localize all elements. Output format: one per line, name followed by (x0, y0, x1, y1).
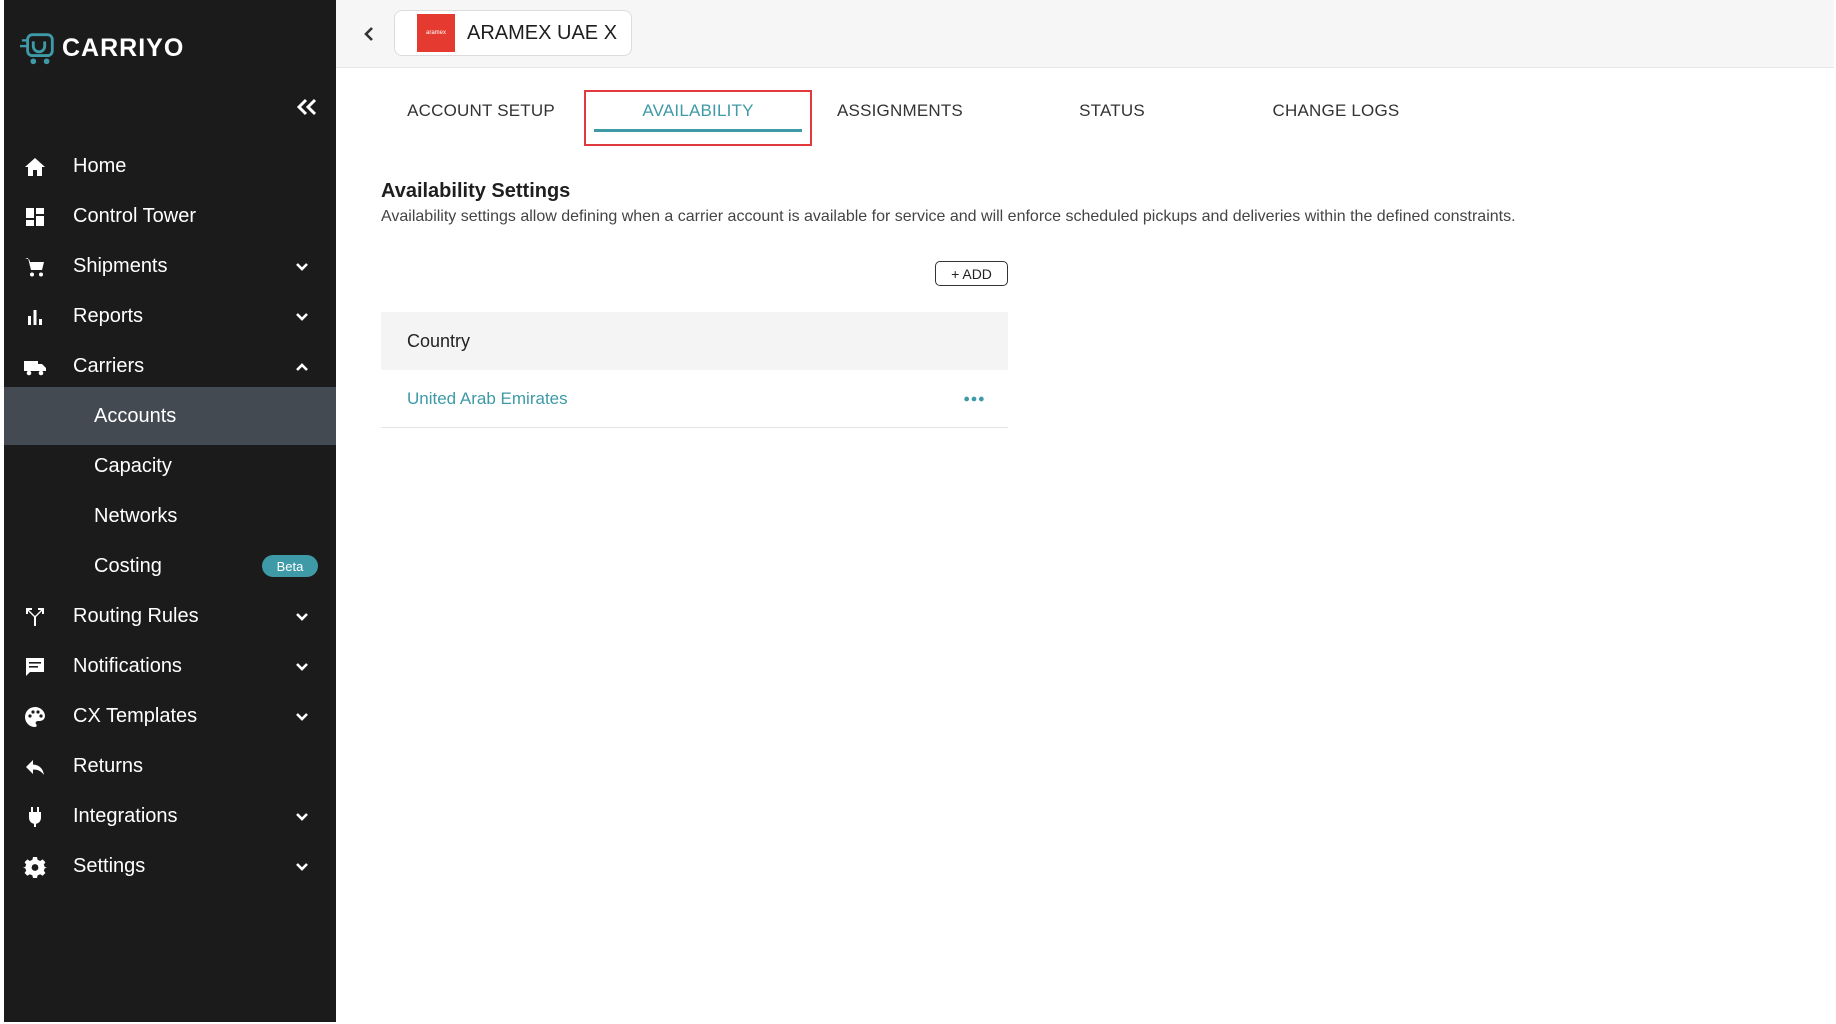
tab-label: ASSIGNMENTS (837, 101, 963, 120)
availability-table: Country United Arab Emirates (381, 312, 1008, 428)
more-horizontal-icon (964, 396, 984, 402)
truck-icon (22, 354, 48, 380)
sidebar-item-label: CX Templates (73, 704, 198, 727)
column-header-country: Country (407, 330, 471, 351)
dashboard-icon (22, 204, 48, 230)
chevron-down-icon (294, 309, 310, 325)
message-icon (22, 654, 48, 680)
sidebar-item-label: Carriers (73, 354, 145, 377)
cart-icon (22, 254, 48, 280)
reply-icon (22, 754, 48, 780)
sidebar: CARRIYO Home Control Tower Shipments Rep… (4, 0, 336, 1022)
sidebar-item-label: Control Tower (73, 204, 197, 227)
sidebar-item-label: Integrations (73, 804, 178, 827)
tab-account-setup[interactable]: ACCOUNT SETUP (406, 88, 556, 134)
sidebar-item-label: Settings (73, 854, 146, 877)
double-chevron-left-icon (296, 98, 317, 116)
tab-label: AVAILABILITY (642, 101, 754, 120)
palette-icon (22, 704, 48, 730)
tab-label: STATUS (1079, 101, 1145, 120)
sidebar-item-label: Notifications (73, 654, 182, 677)
sidebar-item-settings[interactable]: Settings (4, 837, 336, 895)
table-header: Country (381, 312, 1008, 370)
tab-assignments[interactable]: ASSIGNMENTS (830, 88, 970, 134)
tab-label: ACCOUNT SETUP (407, 101, 555, 120)
home-icon (22, 154, 48, 180)
tab-change-logs[interactable]: CHANGE LOGS (1256, 88, 1416, 134)
country-link[interactable]: United Arab Emirates (407, 389, 568, 409)
back-button[interactable] (358, 22, 380, 46)
chevron-down-icon (294, 259, 310, 275)
gear-icon (22, 854, 48, 880)
add-availability-button[interactable]: + ADD (935, 261, 1008, 286)
carrier-name: ARAMEX UAE X (467, 21, 618, 44)
chevron-down-icon (294, 809, 310, 825)
chevron-left-icon (364, 27, 373, 41)
chevron-up-icon (294, 359, 310, 375)
sidebar-item-label: Accounts (94, 404, 177, 427)
beta-badge: Beta (262, 555, 318, 577)
chevron-down-icon (294, 859, 310, 875)
aramex-logo: aramex (417, 14, 455, 52)
chevron-down-icon (294, 609, 310, 625)
brand-logo[interactable]: CARRIYO (20, 28, 184, 68)
section-title: Availability Settings (381, 180, 571, 202)
sidebar-item-label: Returns (73, 754, 144, 777)
carriyo-logo-icon (20, 33, 54, 65)
chevron-down-icon (294, 709, 310, 725)
chevron-down-icon (294, 659, 310, 675)
tab-availability[interactable]: AVAILABILITY (590, 88, 806, 134)
more-actions-button[interactable] (962, 389, 986, 409)
top-bar: aramex ARAMEX UAE X (336, 0, 1834, 68)
bar-chart-icon (22, 304, 48, 330)
sidebar-item-label: Capacity (94, 454, 172, 477)
table-row: United Arab Emirates (381, 370, 1008, 428)
plug-icon (22, 804, 48, 830)
sidebar-item-label: Shipments (73, 254, 168, 277)
sidebar-item-label: Costing (94, 554, 162, 577)
app-root: CARRIYO Home Control Tower Shipments Rep… (0, 0, 1836, 1024)
sidebar-item-label: Home (73, 154, 127, 177)
sidebar-item-label: Networks (94, 504, 178, 527)
active-tab-underline (594, 129, 802, 132)
brand-name: CARRIYO (62, 33, 185, 62)
tab-label: CHANGE LOGS (1272, 101, 1400, 120)
tab-bar: ACCOUNT SETUP AVAILABILITY ASSIGNMENTS S… (336, 88, 1436, 148)
collapse-sidebar-button[interactable] (292, 92, 322, 122)
sidebar-item-label: Routing Rules (73, 604, 199, 627)
tab-status[interactable]: STATUS (1062, 88, 1162, 134)
routing-icon (22, 604, 48, 630)
section-description: Availability settings allow defining whe… (381, 208, 1516, 225)
carrier-selector[interactable]: aramex ARAMEX UAE X (394, 10, 632, 56)
sidebar-item-label: Reports (73, 304, 144, 327)
